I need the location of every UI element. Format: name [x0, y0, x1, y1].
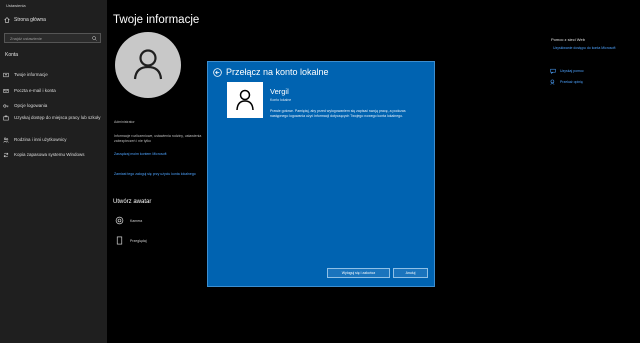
camera-option[interactable]: Kamera [115, 216, 142, 225]
sidebar-item-label: Poczta e-mail i konta [14, 88, 56, 93]
account-info-text: Informacje rozliczeniowe, ustawienia rod… [114, 134, 202, 143]
camera-label: Kamera [130, 218, 143, 223]
sync-icon [3, 152, 9, 158]
help-icon [550, 68, 556, 74]
dialog-avatar [227, 82, 263, 118]
web-help-link[interactable]: Uzyskiwanie dostępu do konta Microsoft [553, 46, 615, 50]
avatar [115, 32, 181, 98]
account-type: Administrator [114, 120, 135, 124]
person-icon [236, 89, 254, 111]
browse-option[interactable]: Przeglądaj [115, 236, 147, 245]
cancel-button[interactable]: Anuluj [393, 268, 428, 278]
feedback-icon [550, 79, 555, 85]
sidebar-item-label: Kopia zapasowa systemu Windows [14, 152, 85, 157]
home-link[interactable]: Strona główna [4, 17, 46, 23]
sidebar-item-email[interactable]: Poczta e-mail i konta [3, 88, 103, 94]
window-title: Ustawienia [6, 3, 26, 8]
sidebar-item-label: Uzyskaj dostęp do miejsca pracy lub szko… [14, 115, 101, 120]
dialog-account-type: Konto lokalne [270, 98, 292, 102]
feedback-link[interactable]: Przekaż opinię [550, 79, 583, 85]
home-icon [4, 17, 10, 23]
dialog-user-name: Vergil [270, 87, 289, 96]
home-label: Strona główna [14, 17, 46, 23]
family-icon [3, 137, 9, 143]
sidebar-item-family[interactable]: Rodzina i inni użytkownicy [3, 137, 103, 143]
sidebar-item-sign-in[interactable]: Opcje logowania [3, 103, 103, 109]
camera-icon [115, 216, 124, 225]
person-card-icon [3, 72, 9, 78]
browse-label: Przeglądaj [130, 238, 147, 243]
section-header: Konta [5, 52, 19, 58]
get-help-label: Uzyskaj pomoc [560, 69, 584, 73]
back-arrow-icon[interactable] [213, 68, 222, 77]
search-placeholder: Znajdź ustawienie [10, 35, 43, 41]
sidebar-item-backup[interactable]: Kopia zapasowa systemu Windows [3, 152, 103, 158]
page-title: Twoje informacje [113, 14, 200, 26]
manage-account-link[interactable]: Zarządzaj moim kontem Microsoft [114, 152, 167, 156]
briefcase-icon [3, 115, 9, 121]
dialog-message: Prawie gotowe. Pamiętaj, aby przed wylog… [270, 109, 406, 118]
sidebar-item-label: Twoje informacje [14, 72, 48, 77]
get-help-link[interactable]: Uzyskaj pomoc [550, 68, 584, 74]
sidebar-item-work-access[interactable]: Uzyskaj dostęp do miejsca pracy lub szko… [3, 115, 103, 121]
local-account-link[interactable]: Zamiast tego zaloguj się przy użyciu kon… [114, 172, 196, 176]
feedback-label: Przekaż opinię [560, 80, 583, 84]
browse-file-icon [116, 236, 123, 245]
sign-out-finish-button[interactable]: Wyloguj się i zakończ [327, 268, 390, 278]
web-help-heading: Pomoc z sieci Web [551, 37, 585, 42]
sidebar-item-label: Rodzina i inni użytkownicy [14, 137, 67, 142]
mail-icon [3, 89, 9, 93]
search-input[interactable]: Znajdź ustawienie [4, 33, 101, 43]
sidebar-item-label: Opcje logowania [14, 103, 48, 108]
search-icon [92, 35, 97, 41]
dialog-title: Przełącz na konto lokalne [226, 67, 329, 77]
key-icon [3, 104, 9, 108]
create-avatar-heading: Utwórz awatar [113, 199, 152, 205]
sidebar-item-your-info[interactable]: Twoje informacje [3, 72, 103, 78]
person-icon [133, 49, 163, 80]
